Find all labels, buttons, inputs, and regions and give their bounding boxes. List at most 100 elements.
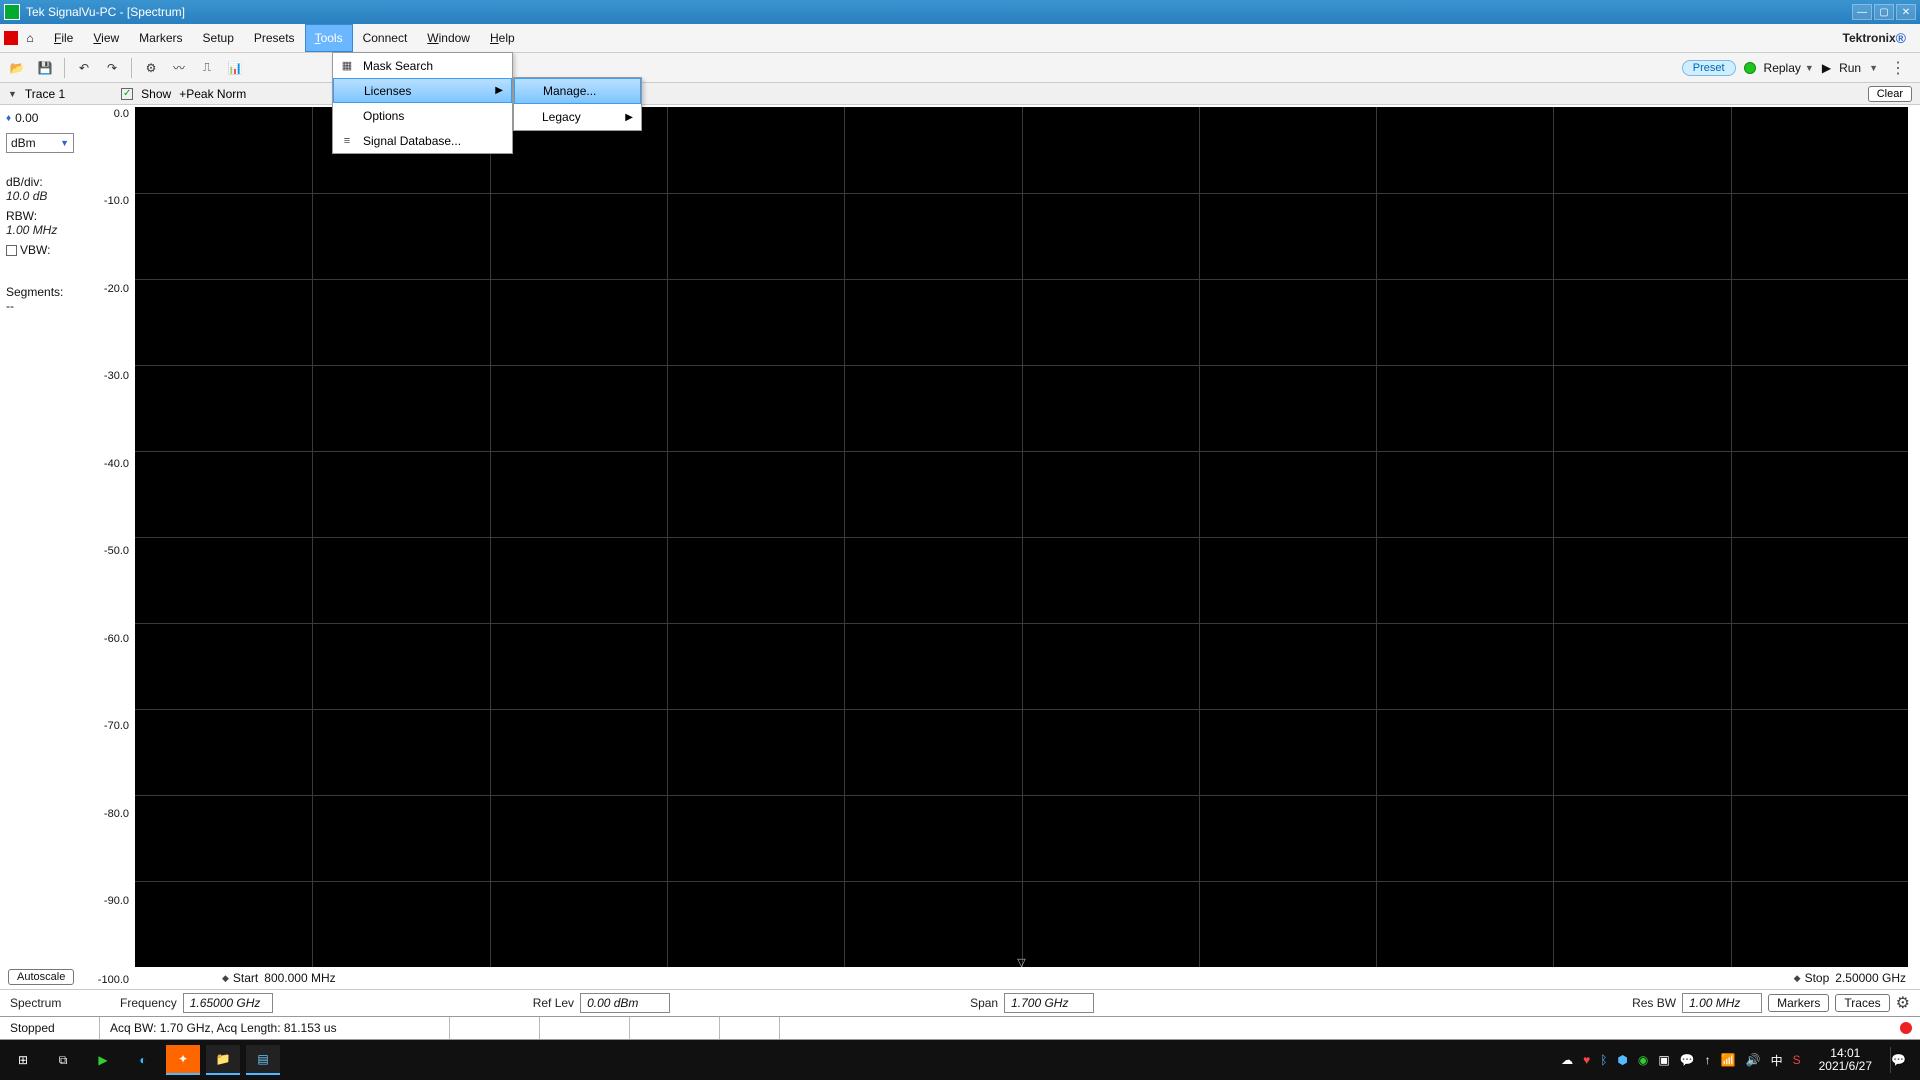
tray-icon[interactable]: ♥ — [1583, 1053, 1590, 1067]
reflev-label: Ref Lev — [533, 996, 574, 1010]
more-menu-icon[interactable]: ⋮ — [1886, 58, 1910, 78]
y-tick: -60.0 — [104, 633, 129, 645]
markers-button[interactable]: Markers — [1768, 994, 1829, 1012]
start-spinner-icon[interactable]: ◆ — [222, 973, 229, 984]
menu-options[interactable]: Options — [333, 103, 512, 128]
span-input[interactable]: 1.700 GHz — [1004, 993, 1094, 1013]
undo-icon[interactable]: ↶ — [73, 57, 95, 79]
toolbar-separator — [64, 58, 65, 78]
ref-level-spinner-icon[interactable]: ♦ — [6, 113, 11, 124]
resbw-input[interactable]: 1.00 MHz — [1682, 993, 1762, 1013]
task-view-icon[interactable]: ⧉ — [46, 1045, 80, 1075]
spectrum-display-icon[interactable]: 📊 — [224, 57, 246, 79]
file-explorer-icon[interactable]: 📁 — [206, 1045, 240, 1075]
reflev-input[interactable]: 0.00 dBm — [580, 993, 670, 1013]
notifications-icon[interactable]: 💬 — [1890, 1047, 1906, 1073]
resbw-label: Res BW — [1632, 996, 1676, 1010]
minimize-button[interactable]: — — [1852, 4, 1872, 20]
center-marker-icon[interactable]: ▽ — [1017, 956, 1025, 969]
tray-ime-icon[interactable]: 中 — [1771, 1052, 1783, 1069]
tray-wifi-icon[interactable]: 📶 — [1721, 1053, 1736, 1067]
signalvu-taskbar-icon[interactable]: ▤ — [246, 1045, 280, 1075]
unit-dropdown[interactable]: dBm ▼ — [6, 133, 74, 153]
menu-item-label: Signal Database... — [363, 134, 461, 148]
ref-level-row[interactable]: ♦ 0.00 — [6, 111, 81, 125]
tray-icon[interactable]: ◉ — [1638, 1053, 1648, 1067]
y-tick: -70.0 — [104, 720, 129, 732]
trace-label[interactable]: Trace 1 — [25, 87, 65, 101]
tray-icon[interactable]: ▣ — [1658, 1053, 1669, 1067]
menu-tools[interactable]: Tools — [305, 24, 353, 52]
settings-gear-icon[interactable]: ⚙ — [1896, 993, 1910, 1013]
taskbar-app-2[interactable]: ◐ — [126, 1045, 160, 1075]
menu-view[interactable]: View — [83, 24, 129, 52]
stop-spinner-icon[interactable]: ◆ — [1794, 973, 1801, 984]
traces-button[interactable]: Traces — [1835, 994, 1889, 1012]
tray-icon[interactable]: ↑ — [1705, 1053, 1711, 1067]
menu-licenses-manage[interactable]: Manage... — [514, 78, 641, 104]
brand-logo: Tektronix® — [1829, 24, 1920, 52]
wave-icon[interactable]: 〰 — [168, 57, 190, 79]
open-icon[interactable]: 📂 — [6, 57, 28, 79]
trace-controls-row: ▼ Trace 1 ✓ Show +Peak Norm Clear — [0, 83, 1920, 105]
menu-signal-database[interactable]: ≡ Signal Database... — [333, 128, 512, 153]
redo-icon[interactable]: ↷ — [101, 57, 123, 79]
menu-help[interactable]: Help — [480, 24, 525, 52]
pulse-icon[interactable]: ⎍ — [196, 57, 218, 79]
start-button[interactable]: ⊞ — [6, 1045, 40, 1075]
dbdiv-value[interactable]: 10.0 dB — [6, 189, 81, 203]
menu-mask-search[interactable]: ▦ Mask Search — [333, 53, 512, 78]
vbw-row[interactable]: VBW: — [6, 243, 81, 257]
tray-icon[interactable]: S — [1793, 1053, 1801, 1067]
autoscale-button[interactable]: Autoscale — [8, 969, 74, 985]
home-icon[interactable]: ⌂ — [22, 30, 38, 46]
menu-file[interactable]: File — [44, 24, 83, 52]
dropdown-arrow-icon: ▼ — [60, 138, 69, 148]
trace-dropdown-icon[interactable]: ▼ — [8, 89, 17, 99]
menu-window[interactable]: Window — [417, 24, 480, 52]
settings-icon[interactable]: ⚙ — [140, 57, 162, 79]
maximize-button[interactable]: ▢ — [1874, 4, 1894, 20]
menu-licenses[interactable]: Licenses ▶ — [333, 78, 512, 103]
clear-button[interactable]: Clear — [1868, 86, 1912, 102]
status-bar: Stopped Acq BW: 1.70 GHz, Acq Length: 81… — [0, 1017, 1920, 1040]
frequency-input[interactable]: 1.65000 GHz — [183, 993, 273, 1013]
tray-icon[interactable]: 💬 — [1680, 1053, 1695, 1067]
segments-label: Segments: — [6, 285, 81, 299]
tray-bluetooth-icon[interactable]: ᛒ — [1600, 1053, 1607, 1067]
menu-presets[interactable]: Presets — [244, 24, 305, 52]
toolbar-right: Preset Replay▼ ▶Run▼ ⋮ — [1682, 58, 1914, 78]
tray-volume-icon[interactable]: 🔊 — [1746, 1053, 1761, 1067]
database-icon: ≡ — [339, 133, 355, 149]
close-button[interactable]: ✕ — [1896, 4, 1916, 20]
rbw-label: RBW: — [6, 209, 81, 223]
replay-dropdown[interactable]: Replay▼ — [1764, 61, 1814, 75]
menu-setup[interactable]: Setup — [193, 24, 244, 52]
save-icon[interactable]: 💾 — [34, 57, 56, 79]
menu-bar: ⌂ File View Markers Setup Presets Tools … — [0, 24, 1920, 53]
show-checkbox[interactable]: ✓ — [121, 88, 133, 100]
menu-item-label: Licenses — [364, 84, 411, 98]
y-tick: -10.0 — [104, 195, 129, 207]
preset-button[interactable]: Preset — [1682, 60, 1736, 76]
record-indicator-icon — [1898, 1020, 1915, 1037]
spectrum-plot[interactable]: ▽ — [135, 107, 1908, 967]
vbw-checkbox[interactable] — [6, 245, 17, 256]
title-bar: Tek SignalVu-PC - [Spectrum] — ▢ ✕ — [0, 0, 1920, 24]
clock[interactable]: 14:01 2021/6/27 — [1811, 1047, 1880, 1073]
menu-connect[interactable]: Connect — [353, 24, 418, 52]
status-cell — [780, 1017, 1900, 1039]
tray-icon[interactable]: ⬢ — [1617, 1053, 1627, 1067]
start-value[interactable]: 800.000 MHz — [264, 971, 335, 985]
menu-markers[interactable]: Markers — [129, 24, 192, 52]
params-row: Spectrum Frequency1.65000 GHz Ref Lev0.0… — [0, 989, 1920, 1017]
tray-icon[interactable]: ☁ — [1561, 1053, 1573, 1067]
app-icon — [4, 4, 20, 20]
stop-value[interactable]: 2.50000 GHz — [1835, 971, 1906, 985]
rbw-value[interactable]: 1.00 MHz — [6, 223, 81, 237]
taskbar-app-1[interactable]: ▶ — [86, 1045, 120, 1075]
menu-licenses-legacy[interactable]: Legacy ▶ — [514, 104, 641, 130]
taskbar-app-3[interactable]: ✦ — [166, 1045, 200, 1075]
trace-mode[interactable]: +Peak Norm — [179, 87, 246, 101]
run-dropdown[interactable]: ▶Run▼ — [1822, 61, 1878, 75]
